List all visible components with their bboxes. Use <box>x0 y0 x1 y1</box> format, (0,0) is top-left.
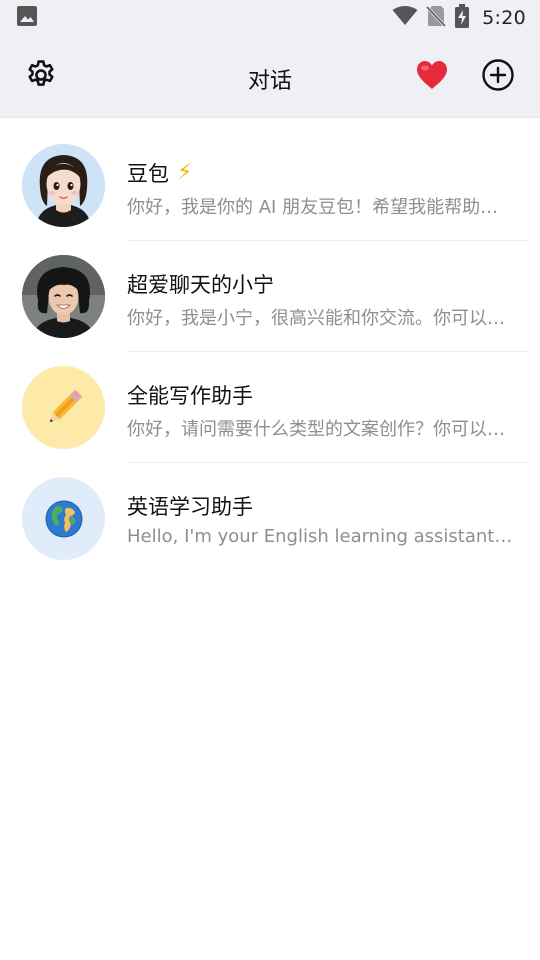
conversation-preview: 你好，我是你的 AI 朋友豆包！希望我能帮助到你 <box>127 197 513 218</box>
conversation-preview: 你好，请问需要什么类型的文案创作？你可以告诉我 <box>127 419 513 440</box>
no-sim-icon <box>426 5 447 31</box>
globe-avatar <box>22 477 105 560</box>
conversation-item-xiaoning[interactable]: 超爱聊天的小宁 你好，我是小宁，很高兴能和你交流。你可以和我聊聊天 <box>0 241 540 352</box>
top-app-bar: 对话 <box>0 36 540 118</box>
page-title: 对话 <box>247 69 292 94</box>
cartoon-girl-avatar <box>22 144 105 227</box>
conversation-preview: Hello, I'm your English learning assista… <box>127 526 513 547</box>
conversation-name: 超爱聊天的小宁 <box>127 273 274 297</box>
image-icon <box>16 5 38 31</box>
conversation-list: 豆包 ⚡ 你好，我是你的 AI 朋友豆包！希望我能帮助到你 超爱聊天的小宁 你好… <box>0 130 540 574</box>
new-chat-button[interactable] <box>480 59 516 95</box>
pencil-avatar <box>22 366 105 449</box>
conversation-name: 豆包 ⚡ <box>127 160 193 187</box>
smiling-woman-avatar <box>22 255 105 338</box>
lightning-icon: ⚡ <box>177 160 193 185</box>
conversation-name: 全能写作助手 <box>127 384 253 408</box>
conversation-name: 英语学习助手 <box>127 495 253 519</box>
conversation-item-writing-assistant[interactable]: 全能写作助手 你好，请问需要什么类型的文案创作？你可以告诉我 <box>0 352 540 463</box>
plus-circle-icon <box>481 58 515 96</box>
status-bar: 5:20 <box>0 0 540 36</box>
conversation-preview: 你好，我是小宁，很高兴能和你交流。你可以和我聊聊天 <box>127 308 513 329</box>
conversation-item-english-assistant[interactable]: 英语学习助手 Hello, I'm your English learning … <box>0 463 540 574</box>
heart-icon <box>415 59 449 95</box>
favorite-button[interactable] <box>414 59 450 95</box>
battery-charging-icon <box>454 4 470 32</box>
status-time: 5:20 <box>482 7 526 29</box>
wifi-icon <box>392 6 418 30</box>
conversation-item-doubao[interactable]: 豆包 ⚡ 你好，我是你的 AI 朋友豆包！希望我能帮助到你 <box>0 130 540 241</box>
